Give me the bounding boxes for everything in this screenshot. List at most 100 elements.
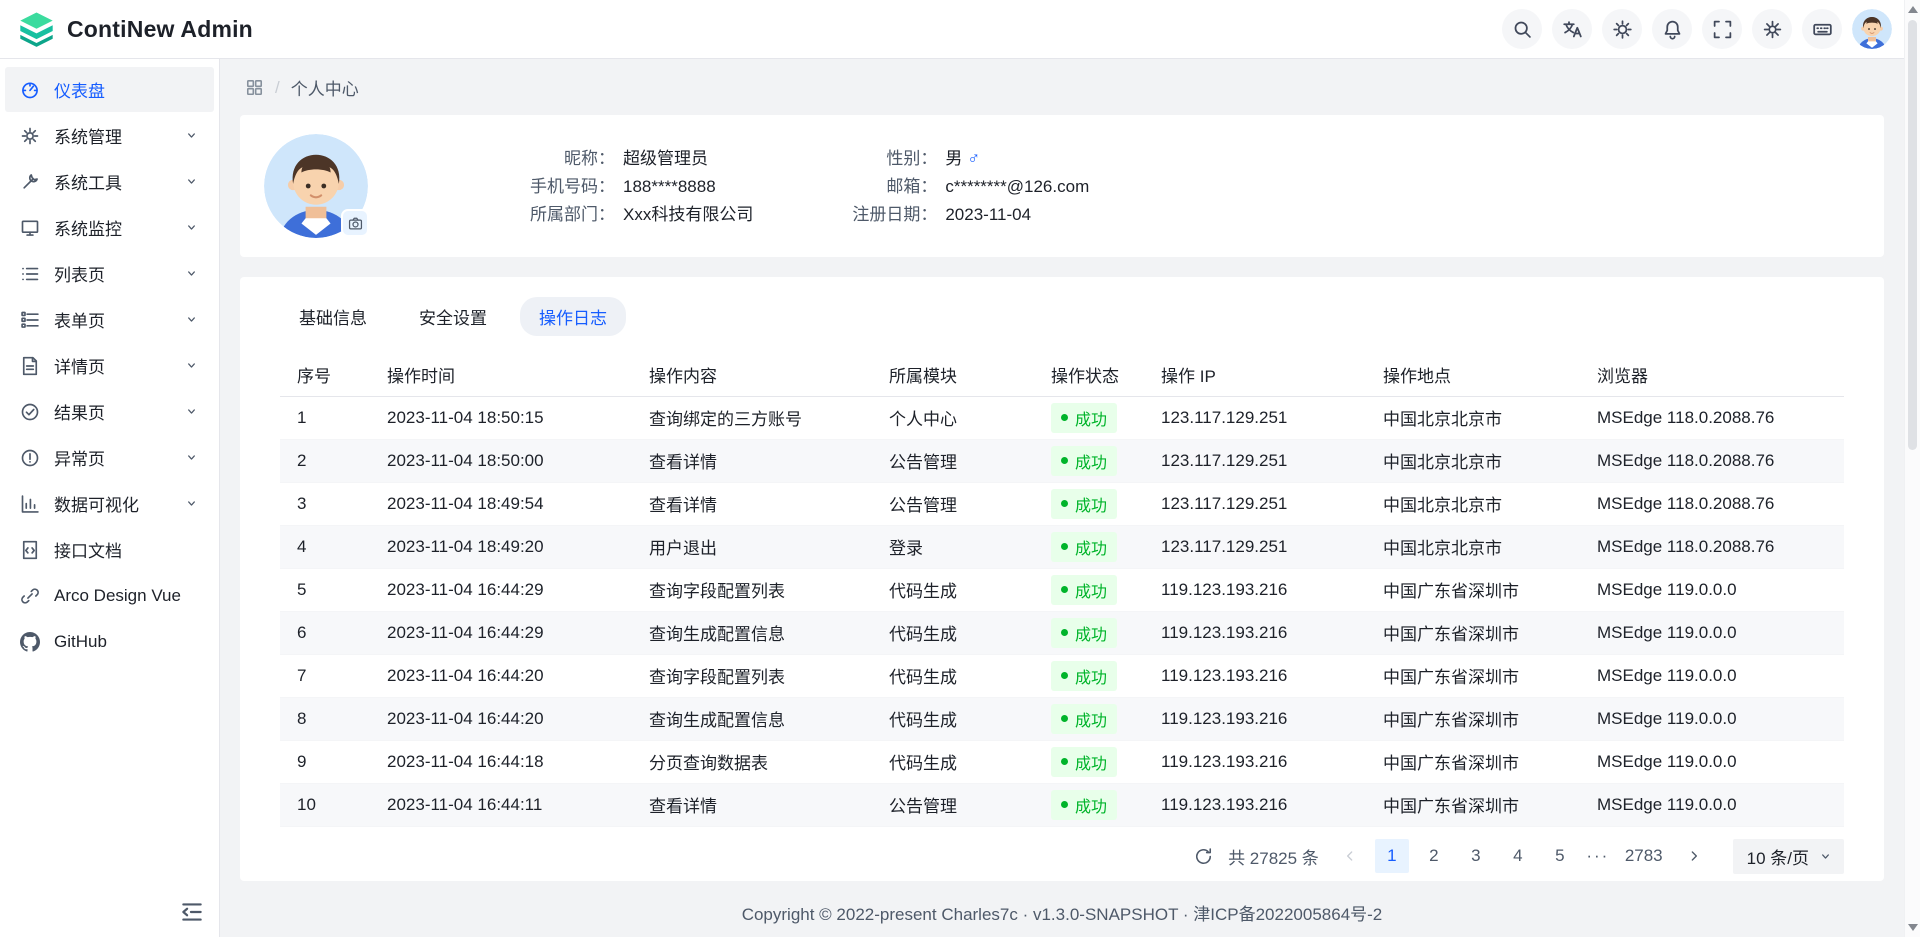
profile-field: 性别：男♂ <box>835 146 1089 171</box>
fullscreen-icon <box>1712 19 1733 40</box>
theme-button[interactable] <box>1602 9 1642 49</box>
profile-field: 所属部门：Xxx科技有限公司 <box>513 202 753 227</box>
page-size-value: 10 条/页 <box>1747 844 1809 869</box>
table-header-row: 序号操作时间操作内容所属模块操作状态操作 IP操作地点浏览器 <box>280 353 1844 396</box>
notifications-button[interactable] <box>1652 9 1692 49</box>
cell-location: 中国北京北京市 <box>1366 482 1580 525</box>
cell-browser: MSEdge 119.0.0.0 <box>1580 740 1844 783</box>
cell-content: 查询生成配置信息 <box>632 611 872 654</box>
footer-copyright: Copyright © 2022-present Charles7c · v1.… <box>240 881 1884 937</box>
sidebar-item-label: 数据可视化 <box>54 491 170 516</box>
page-button-2783[interactable]: 2783 <box>1619 839 1669 873</box>
prev-page-button[interactable] <box>1333 839 1367 873</box>
top-header: ContiNew Admin <box>0 0 1904 59</box>
status-dot-icon <box>1061 500 1068 507</box>
change-avatar-button[interactable] <box>341 209 369 237</box>
sidebar-item-dashboard[interactable]: 仪表盘 <box>5 67 214 112</box>
page-button-3[interactable]: 3 <box>1459 839 1493 873</box>
apps-grid-icon[interactable] <box>245 78 264 97</box>
page-button-4[interactable]: 4 <box>1501 839 1535 873</box>
vertical-scrollbar[interactable] <box>1904 0 1920 937</box>
table-row: 42023-11-04 18:49:20用户退出登录成功123.117.129.… <box>280 525 1844 568</box>
sidebar-item-api-docs[interactable]: 接口文档 <box>5 527 214 572</box>
status-dot-icon <box>1061 414 1068 421</box>
profile-avatar[interactable] <box>264 134 368 238</box>
shortcuts-button[interactable] <box>1802 9 1842 49</box>
chevron-down-icon <box>1818 849 1833 864</box>
cell-module: 公告管理 <box>872 439 1034 482</box>
field-value: 188****8888 <box>623 174 716 199</box>
cell-module: 代码生成 <box>872 654 1034 697</box>
scrollbar-thumb[interactable] <box>1908 20 1917 450</box>
field-label: 邮箱： <box>835 174 937 199</box>
fullscreen-button[interactable] <box>1702 9 1742 49</box>
sidebar-item-label: 仪表盘 <box>54 77 199 102</box>
sidebar-item-result-pages[interactable]: 结果页 <box>5 389 214 434</box>
status-dot-icon <box>1061 543 1068 550</box>
pagination-total: 共 27825 条 <box>1228 844 1319 869</box>
log-table-body: 12023-11-04 18:50:15查询绑定的三方账号个人中心成功123.1… <box>280 396 1844 826</box>
page-size-select[interactable]: 10 条/页 <box>1733 839 1844 874</box>
menu-collapse-button[interactable] <box>179 899 205 925</box>
tool-icon <box>20 172 40 192</box>
sidebar-item-label: 系统监控 <box>54 215 170 240</box>
page-button-5[interactable]: 5 <box>1543 839 1577 873</box>
cell-content: 查询字段配置列表 <box>632 568 872 611</box>
sidebar-item-system-management[interactable]: 系统管理 <box>5 113 214 158</box>
bell-icon <box>1662 19 1683 40</box>
breadcrumb-separator: / <box>275 78 280 98</box>
page-button-2[interactable]: 2 <box>1417 839 1451 873</box>
sidebar-item-form-pages[interactable]: 表单页 <box>5 297 214 342</box>
cell-time: 2023-11-04 16:44:18 <box>370 740 632 783</box>
list-icon <box>20 264 40 284</box>
column-header: 操作地点 <box>1366 353 1580 396</box>
tab-operation-log[interactable]: 操作日志 <box>520 297 626 336</box>
refresh-button[interactable] <box>1186 839 1220 873</box>
search-button[interactable] <box>1502 9 1542 49</box>
cell-location: 中国北京北京市 <box>1366 525 1580 568</box>
cell-ip: 123.117.129.251 <box>1144 482 1366 525</box>
cell-location: 中国广东省深圳市 <box>1366 611 1580 654</box>
github-icon <box>20 632 40 652</box>
sidebar-item-system-monitor[interactable]: 系统监控 <box>5 205 214 250</box>
cell-ip: 119.123.193.216 <box>1144 611 1366 654</box>
cell-browser: MSEdge 118.0.2088.76 <box>1580 525 1844 568</box>
sidebar-item-arco-design-vue[interactable]: Arco Design Vue <box>5 573 214 618</box>
status-badge: 成功 <box>1051 446 1117 476</box>
cell-module: 登录 <box>872 525 1034 568</box>
sidebar-menu: 仪表盘系统管理系统工具系统监控列表页表单页详情页结果页异常页数据可视化接口文档A… <box>0 67 219 664</box>
sidebar-item-data-visualization[interactable]: 数据可视化 <box>5 481 214 526</box>
cell-module: 代码生成 <box>872 740 1034 783</box>
tab-security-settings[interactable]: 安全设置 <box>400 297 506 336</box>
field-value: c********@126.com <box>945 174 1089 199</box>
scroll-up-icon[interactable] <box>1908 6 1918 13</box>
sidebar-item-detail-pages[interactable]: 详情页 <box>5 343 214 388</box>
sidebar-item-github[interactable]: GitHub <box>5 619 214 664</box>
sidebar-item-list-pages[interactable]: 列表页 <box>5 251 214 296</box>
chevron-down-icon <box>184 358 199 373</box>
keyboard-icon <box>1812 19 1833 40</box>
tab-basic-info[interactable]: 基础信息 <box>280 297 386 336</box>
settings-button[interactable] <box>1752 9 1792 49</box>
app-logo-icon <box>18 11 55 48</box>
sidebar-item-system-tools[interactable]: 系统工具 <box>5 159 214 204</box>
translate-button[interactable] <box>1552 9 1592 49</box>
user-avatar-button[interactable] <box>1852 9 1892 49</box>
brand[interactable]: ContiNew Admin <box>18 11 253 48</box>
scroll-down-icon[interactable] <box>1908 924 1918 931</box>
cell-index: 4 <box>280 525 370 568</box>
column-header: 操作内容 <box>632 353 872 396</box>
table-row: 82023-11-04 16:44:20查询生成配置信息代码生成成功119.12… <box>280 697 1844 740</box>
sidebar-item-exception-pages[interactable]: 异常页 <box>5 435 214 480</box>
sidebar-item-label: 系统管理 <box>54 123 170 148</box>
main-layout: 仪表盘系统管理系统工具系统监控列表页表单页详情页结果页异常页数据可视化接口文档A… <box>0 59 1904 937</box>
cell-module: 公告管理 <box>872 482 1034 525</box>
next-page-button[interactable] <box>1677 839 1711 873</box>
column-header: 操作状态 <box>1034 353 1144 396</box>
cell-location: 中国广东省深圳市 <box>1366 654 1580 697</box>
header-actions <box>1502 9 1892 49</box>
page-button-1[interactable]: 1 <box>1375 839 1409 873</box>
column-header: 浏览器 <box>1580 353 1844 396</box>
cell-browser: MSEdge 119.0.0.0 <box>1580 654 1844 697</box>
gear-icon <box>1762 19 1783 40</box>
